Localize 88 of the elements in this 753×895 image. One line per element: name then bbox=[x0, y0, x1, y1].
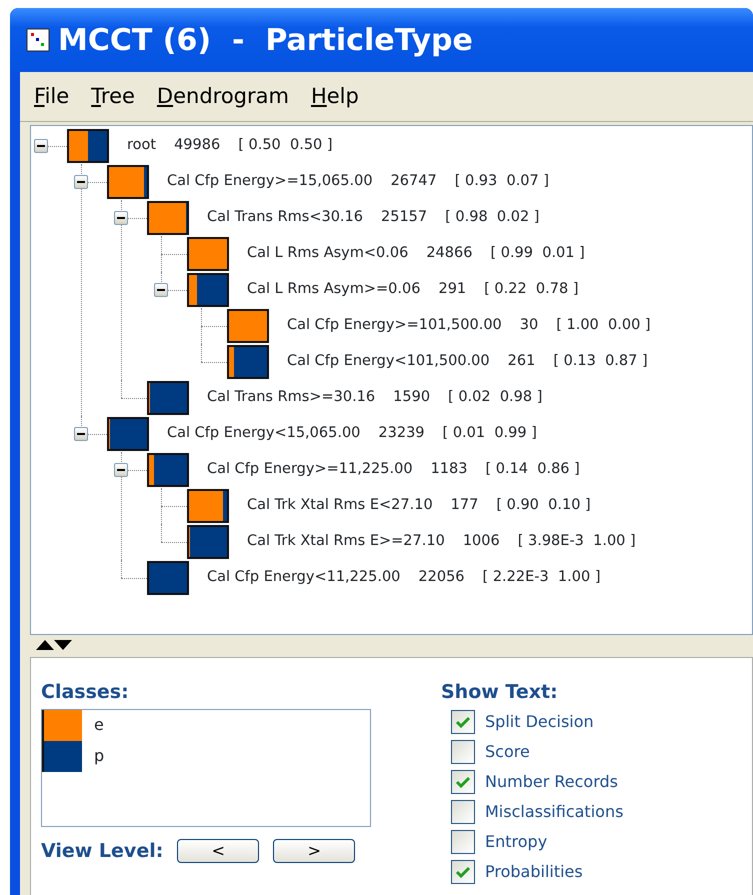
probabilities: [ 0.22 0.78 ] bbox=[484, 280, 578, 300]
collapse-toggle[interactable] bbox=[74, 175, 88, 189]
view-level-button[interactable]: < bbox=[177, 838, 260, 863]
probabilities: [ 0.14 0.86 ] bbox=[485, 460, 580, 480]
split-label: Cal L Rms Asym>=0.06 bbox=[247, 280, 420, 300]
probabilities: [ 0.13 0.87 ] bbox=[553, 352, 648, 372]
split-label: Cal Cfp Energy>=15,065.00 bbox=[167, 172, 373, 192]
record-count: 22056 bbox=[418, 568, 465, 588]
class-label: e bbox=[94, 714, 104, 736]
view-level-button[interactable]: > bbox=[273, 838, 356, 863]
tree-node[interactable]: Cal Trans Rms<30.16 25157 [ 0.98 0.02 ] bbox=[113, 200, 752, 236]
split-label: Cal Cfp Energy<15,065.00 bbox=[167, 424, 360, 444]
record-count: 291 bbox=[438, 280, 466, 300]
record-count: 25157 bbox=[381, 208, 428, 228]
up-arrow-icon[interactable] bbox=[36, 640, 54, 650]
probabilities: [ 1.00 0.00 ] bbox=[556, 316, 651, 336]
split-label: Cal Trk Xtal Rms E>=27.10 bbox=[247, 532, 445, 552]
show-text-heading: Show Text: bbox=[441, 680, 559, 705]
probabilities: [ 0.01 0.99 ] bbox=[442, 424, 537, 444]
check-icon bbox=[455, 714, 471, 728]
record-count: 23239 bbox=[378, 424, 425, 444]
check-icon bbox=[455, 774, 471, 788]
checkbox[interactable] bbox=[451, 740, 475, 764]
menu-item[interactable]: File bbox=[26, 80, 78, 112]
probabilities: [ 0.90 0.10 ] bbox=[496, 496, 591, 516]
checkbox[interactable] bbox=[451, 800, 475, 824]
tree-node[interactable]: Cal Cfp Energy<101,500.00 261 [ 0.13 0.87 ] bbox=[193, 344, 752, 380]
collapse-toggle[interactable] bbox=[114, 211, 128, 225]
tree-node[interactable]: Cal Cfp Energy>=11,225.00 1183 [ 0.14 0.86 ] bbox=[113, 452, 752, 488]
checkbox[interactable] bbox=[451, 710, 475, 734]
checkbox-label[interactable]: Score bbox=[485, 740, 530, 764]
record-count: 26747 bbox=[390, 172, 437, 192]
split-label: Cal Trans Rms>=30.16 bbox=[207, 388, 376, 408]
split-label: root bbox=[127, 136, 156, 156]
app-icon bbox=[26, 28, 50, 52]
tree-node[interactable]: Cal Cfp Energy<15,065.00 23239 [ 0.01 0.99 ] bbox=[73, 416, 752, 452]
checkbox-label[interactable]: Number Records bbox=[485, 770, 618, 794]
menu-item[interactable]: Dendrogram bbox=[148, 80, 297, 112]
window-title: MCCT (6) - ParticleType bbox=[58, 22, 473, 60]
split-label: Cal Trans Rms<30.16 bbox=[207, 208, 363, 228]
probabilities: [ 2.22E-3 1.00 ] bbox=[482, 568, 600, 588]
probabilities: [ 0.50 0.50 ] bbox=[238, 136, 333, 156]
record-count: 30 bbox=[520, 316, 538, 336]
collapse-toggle[interactable] bbox=[34, 139, 48, 153]
split-label: Cal L Rms Asym<0.06 bbox=[247, 244, 408, 264]
tree-node[interactable]: Cal Trans Rms>=30.16 1590 [ 0.02 0.98 ] bbox=[113, 380, 752, 416]
class-label: p bbox=[94, 745, 104, 767]
tree-node[interactable]: Cal Trk Xtal Rms E<27.10 177 [ 0.90 0.10 ] bbox=[153, 488, 752, 524]
down-arrow-icon[interactable] bbox=[54, 640, 72, 650]
checkbox[interactable] bbox=[451, 860, 475, 884]
checkbox-label[interactable]: Entropy bbox=[485, 830, 548, 854]
tree-node[interactable]: Cal Cfp Energy>=15,065.00 26747 [ 0.93 0.07 ] bbox=[73, 164, 752, 200]
checkbox-label[interactable]: Misclassifications bbox=[485, 800, 624, 824]
checkbox-label[interactable]: Split Decision bbox=[485, 710, 594, 734]
tree-node[interactable]: Cal Cfp Energy<11,225.00 22056 [ 2.22E-3 1.00 ] bbox=[113, 560, 752, 596]
tree-node[interactable]: Cal L Rms Asym<0.06 24866 [ 0.99 0.01 ] bbox=[153, 236, 752, 272]
record-count: 49986 bbox=[174, 136, 220, 156]
split-label: Cal Cfp Energy<101,500.00 bbox=[287, 352, 490, 372]
record-count: 261 bbox=[508, 352, 536, 372]
check-icon bbox=[455, 864, 471, 878]
classes-heading: Classes: bbox=[41, 680, 130, 705]
tree-node[interactable]: Cal L Rms Asym>=0.06 291 [ 0.22 0.78 ] bbox=[153, 272, 752, 308]
record-count: 1183 bbox=[430, 460, 468, 480]
tree-node[interactable]: Cal Cfp Energy>=101,500.00 30 [ 1.00 0.00 ] bbox=[193, 308, 752, 344]
tree-node[interactable]: Cal Trk Xtal Rms E>=27.10 1006 [ 3.98E-3 1.00 ] bbox=[153, 524, 752, 560]
tree-node[interactable]: root 49986 [ 0.50 0.50 ] bbox=[33, 128, 752, 164]
record-count: 177 bbox=[450, 496, 478, 516]
probabilities: [ 3.98E-3 1.00 ] bbox=[518, 532, 636, 552]
split-label: Cal Cfp Energy>=11,225.00 bbox=[207, 460, 413, 480]
split-label: Cal Cfp Energy<11,225.00 bbox=[207, 568, 400, 588]
record-count: 24866 bbox=[426, 244, 472, 264]
collapse-toggle[interactable] bbox=[114, 463, 128, 477]
probabilities: [ 0.02 0.98 ] bbox=[448, 388, 542, 408]
menu-item[interactable]: Help bbox=[302, 80, 367, 112]
record-count: 1590 bbox=[393, 388, 430, 408]
probabilities: [ 0.93 0.07 ] bbox=[454, 172, 550, 192]
checkbox[interactable] bbox=[451, 830, 475, 854]
checkbox[interactable] bbox=[451, 770, 475, 794]
probabilities: [ 0.98 0.02 ] bbox=[445, 208, 540, 228]
collapse-toggle[interactable] bbox=[154, 283, 168, 297]
record-count: 1006 bbox=[462, 532, 500, 552]
probabilities: [ 0.99 0.01 ] bbox=[490, 244, 585, 264]
split-label: Cal Trk Xtal Rms E<27.10 bbox=[247, 496, 433, 516]
split-label: Cal Cfp Energy>=101,500.00 bbox=[287, 316, 502, 336]
collapse-toggle[interactable] bbox=[74, 427, 88, 441]
menu-item[interactable]: Tree bbox=[83, 80, 143, 112]
view-level-label: View Level: bbox=[41, 838, 164, 864]
checkbox-label[interactable]: Probabilities bbox=[485, 860, 583, 884]
